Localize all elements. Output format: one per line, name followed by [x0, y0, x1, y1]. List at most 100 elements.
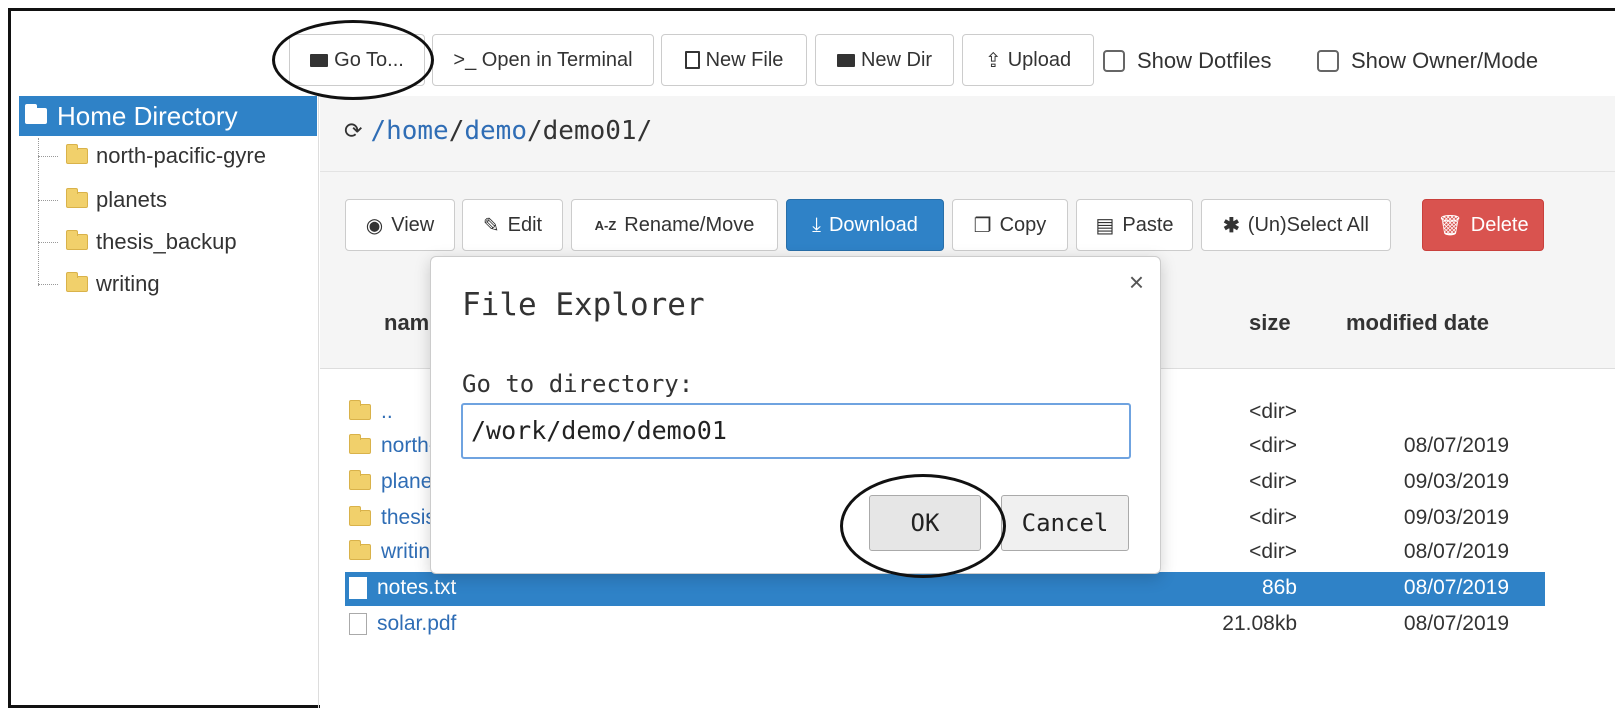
copy-icon: ❐: [973, 214, 992, 237]
view-label: View: [391, 213, 435, 236]
folder-icon: [66, 144, 88, 164]
directory-input[interactable]: /work/demo/demo01: [461, 403, 1131, 459]
upload-icon: ⇪: [984, 49, 1002, 72]
goto-dialog: File Explorer × Go to directory: /work/d…: [430, 256, 1161, 574]
trash-icon: 🗑: [1437, 214, 1463, 237]
breadcrumb-sep: /: [636, 116, 653, 146]
row-size: 86b: [1261, 576, 1297, 599]
checkbox-box[interactable]: [1103, 50, 1125, 72]
show-dotfiles-label: Show Dotfiles: [1137, 48, 1272, 73]
sidebar-home-directory[interactable]: Home Directory: [19, 96, 317, 136]
row-size: <dir>: [1249, 470, 1297, 493]
breadcrumb-sep: /: [448, 116, 465, 146]
row-size: <dir>: [1249, 400, 1297, 423]
breadcrumb-sep: /: [527, 116, 543, 146]
sidebar-item-writing[interactable]: writing: [38, 266, 160, 302]
tree-branch: [38, 199, 58, 201]
row-name[interactable]: solar.pdf: [377, 612, 456, 636]
folder-icon: [310, 53, 329, 67]
breadcrumb-demo[interactable]: demo: [464, 116, 527, 146]
row-date: 08/07/2019: [1403, 576, 1509, 599]
sidebar-item-label: planets: [96, 187, 167, 212]
goto-button-label: Go To...: [334, 48, 404, 71]
row-date: 09/03/2019: [1403, 470, 1509, 493]
show-owner-checkbox[interactable]: Show Owner/Mode: [1317, 48, 1538, 74]
row-date: 08/07/2019: [1403, 434, 1509, 457]
sidebar-item-planets[interactable]: planets: [38, 182, 167, 218]
select-all-label: (Un)Select All: [1247, 213, 1369, 236]
folder-icon: [349, 470, 371, 490]
folder-icon: [349, 434, 371, 454]
copy-button[interactable]: ❐ Copy: [952, 199, 1068, 251]
table-row-selected[interactable]: notes.txt 86b 08/07/2019: [345, 572, 1545, 606]
sidebar-item-label: north-pacific-gyre: [96, 143, 266, 168]
folder-icon: [836, 53, 855, 67]
file-icon: [349, 613, 367, 635]
delete-label: Delete: [1470, 213, 1529, 236]
sidebar-item-thesis-backup[interactable]: thesis_backup: [38, 224, 237, 260]
refresh-icon[interactable]: ⟳: [344, 119, 362, 144]
folder-icon: [349, 540, 371, 560]
row-size: <dir>: [1249, 540, 1297, 563]
table-row[interactable]: solar.pdf 21.08kb 08/07/2019: [345, 608, 1545, 642]
download-icon: ⤓: [812, 213, 821, 236]
row-size: <dir>: [1249, 434, 1297, 457]
sidebar-item-label: writing: [96, 271, 160, 296]
close-icon[interactable]: ×: [1129, 267, 1144, 298]
tree-branch: [38, 155, 58, 157]
sidebar-home-label: Home Directory: [57, 100, 238, 131]
sort-az-icon: A-Z: [594, 217, 617, 233]
row-size: <dir>: [1249, 506, 1297, 529]
folder-icon: [349, 506, 371, 526]
upload-button[interactable]: ⇪ Upload: [962, 34, 1094, 86]
row-date: 08/07/2019: [1403, 540, 1509, 563]
breadcrumb-root[interactable]: /: [370, 116, 386, 146]
row-name[interactable]: ..: [381, 400, 393, 424]
breadcrumb-home[interactable]: home: [386, 116, 449, 146]
paste-icon: ▤: [1095, 214, 1115, 237]
breadcrumb-demo01: demo01: [542, 116, 637, 146]
dialog-title: File Explorer: [462, 287, 705, 323]
folder-icon: [66, 272, 88, 292]
tree-branch: [38, 283, 58, 285]
checkbox-box[interactable]: [1317, 50, 1339, 72]
cancel-button[interactable]: Cancel: [1001, 495, 1129, 551]
show-dotfiles-checkbox[interactable]: Show Dotfiles: [1103, 48, 1272, 74]
new-file-icon: [684, 51, 700, 69]
row-date: 08/07/2019: [1403, 612, 1509, 635]
paste-button[interactable]: ▤ Paste: [1076, 199, 1193, 251]
new-file-button[interactable]: New File: [661, 34, 807, 86]
open-terminal-button[interactable]: >_ Open in Terminal: [432, 34, 654, 86]
folder-icon: [66, 230, 88, 250]
rename-label: Rename/Move: [624, 213, 755, 236]
download-label: Download: [828, 213, 918, 236]
goto-button[interactable]: Go To...: [289, 34, 425, 86]
paste-label: Paste: [1122, 213, 1174, 236]
show-owner-label: Show Owner/Mode: [1351, 48, 1539, 73]
folder-icon: [349, 400, 371, 420]
file-icon: [349, 577, 367, 599]
rename-move-button[interactable]: A-Z Rename/Move: [571, 199, 778, 251]
row-date: 09/03/2019: [1403, 506, 1509, 529]
delete-button[interactable]: 🗑 Delete: [1422, 199, 1544, 251]
row-size: 21.08kb: [1222, 612, 1297, 635]
column-header-size[interactable]: size: [1249, 310, 1291, 336]
new-dir-label: New Dir: [860, 48, 933, 71]
folder-icon: [25, 104, 47, 124]
column-header-date[interactable]: modified date: [1346, 310, 1489, 336]
upload-label: Upload: [1007, 48, 1072, 71]
goto-directory-label: Go to directory:: [462, 370, 694, 398]
select-all-button[interactable]: ✱ (Un)Select All: [1201, 199, 1391, 251]
ok-button[interactable]: OK: [869, 495, 981, 551]
sidebar-item-label: thesis_backup: [96, 229, 237, 254]
sidebar-item-north-pacific-gyre[interactable]: north-pacific-gyre: [38, 138, 266, 174]
new-file-label: New File: [705, 48, 784, 71]
view-button[interactable]: ◉ View: [345, 199, 455, 251]
breadcrumb: ⟳ /home/demo/demo01/: [344, 116, 652, 146]
open-terminal-label: >_ Open in Terminal: [453, 48, 633, 71]
download-button[interactable]: ⤓ Download: [786, 199, 944, 251]
edit-icon: ✎: [482, 214, 500, 237]
row-name[interactable]: notes.txt: [377, 576, 456, 600]
new-dir-button[interactable]: New Dir: [815, 34, 954, 86]
edit-button[interactable]: ✎ Edit: [462, 199, 563, 251]
